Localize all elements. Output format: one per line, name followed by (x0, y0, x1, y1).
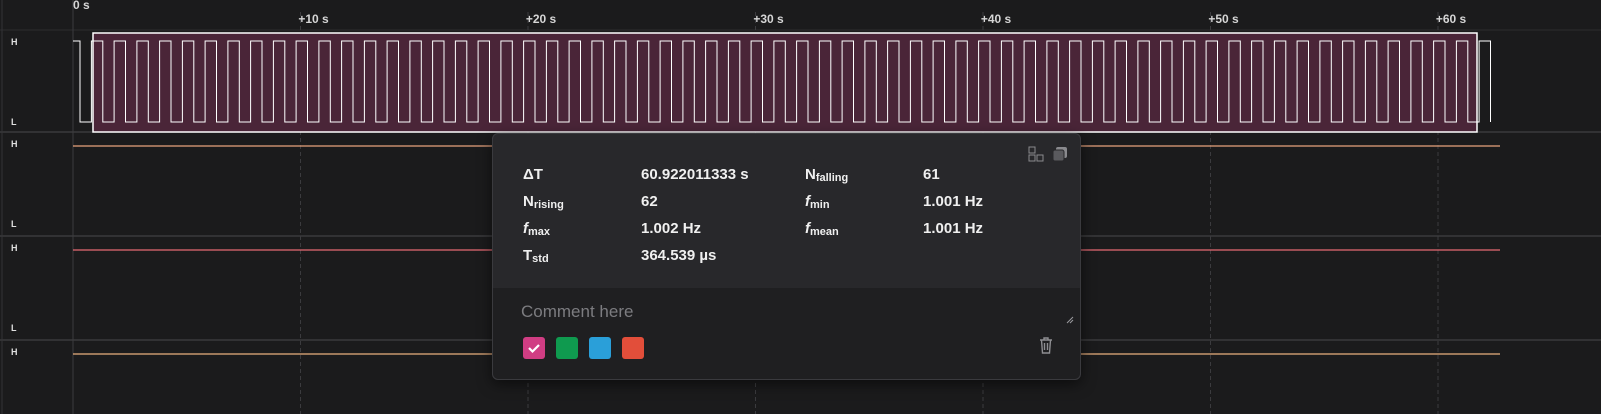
channel-high-label: H (11, 37, 18, 47)
channel-high-label: H (11, 139, 18, 149)
n-falling-label: Nfalling (805, 166, 849, 184)
channel-high-label: H (11, 347, 18, 357)
t-std-value: 364.539 µs (641, 247, 717, 264)
n-falling-value: 61 (923, 166, 940, 183)
time-tick-label: +40 s (981, 12, 1012, 26)
time-tick-label: +50 s (1208, 12, 1239, 26)
f-mean-label: fmean (805, 220, 839, 238)
delta-t-value: 60.922011333 s (641, 166, 749, 183)
popup-toolbar (1028, 146, 1068, 162)
time-tick-label: +20 s (526, 12, 557, 26)
measurement-popup: ΔT 60.922011333 s Nfalling 61 Nrising 62… (492, 133, 1081, 380)
copy-icon[interactable] (1052, 146, 1068, 162)
f-max-label: fmax (523, 220, 551, 238)
time-tick-label: +60 s (1436, 12, 1467, 26)
f-min-label: fmin (805, 193, 830, 211)
trash-icon[interactable] (1038, 335, 1054, 355)
t-std-label: Tstd (523, 247, 549, 265)
time-tick-label: 0 s (73, 0, 90, 12)
measurement-grid: ΔT 60.922011333 s Nfalling 61 Nrising 62… (523, 166, 1063, 265)
channel-low-label: L (11, 219, 17, 229)
time-tick-label: +10 s (298, 12, 329, 26)
color-swatch[interactable] (556, 337, 578, 359)
comment-section (493, 288, 1080, 379)
color-swatch[interactable] (523, 337, 545, 359)
color-swatch[interactable] (622, 337, 644, 359)
comment-input[interactable] (521, 300, 1061, 324)
resize-grip-icon[interactable] (1066, 316, 1074, 324)
delta-t-label: ΔT (523, 166, 543, 183)
n-rising-value: 62 (641, 193, 658, 210)
f-min-value: 1.001 Hz (923, 193, 984, 210)
f-max-value: 1.002 Hz (641, 220, 702, 237)
f-mean-value: 1.001 Hz (923, 220, 984, 237)
time-tick-label: +30 s (753, 12, 784, 26)
color-swatch[interactable] (589, 337, 611, 359)
channel-low-label: L (11, 117, 17, 127)
check-icon (528, 344, 540, 354)
channel-high-label: H (11, 243, 18, 253)
n-rising-label: Nrising (523, 193, 564, 211)
channel-low-label: L (11, 323, 17, 333)
color-swatches (523, 337, 644, 359)
layout-toggle-icon[interactable] (1028, 146, 1044, 162)
